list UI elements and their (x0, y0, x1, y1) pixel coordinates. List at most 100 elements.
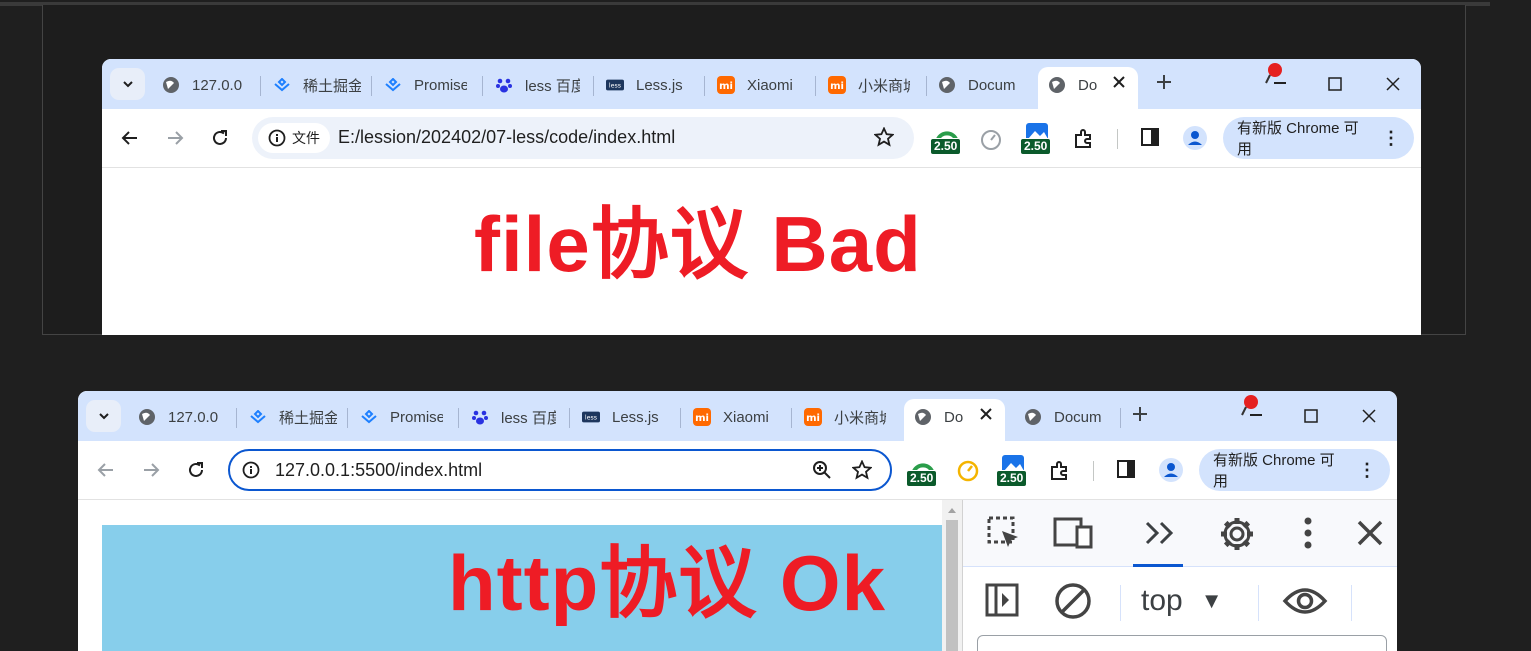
tab-127[interactable]: 127.0.0 (162, 71, 247, 99)
maximize-button[interactable] (1296, 403, 1326, 429)
more-tabs-button[interactable] (1141, 514, 1179, 552)
address-bar[interactable]: 127.0.0.1:5500/index.html (228, 449, 892, 491)
tab-127[interactable]: 127.0.0 (138, 403, 223, 431)
site-info-chip[interactable]: 文件 (258, 123, 330, 153)
extension-image-button[interactable]: 2.50 (1020, 121, 1054, 155)
page-scrollbar[interactable] (942, 500, 962, 651)
sidebar-toggle-icon (985, 583, 1019, 617)
tab-lessjs[interactable]: less Less.js (606, 71, 691, 99)
profile-button[interactable] (1182, 125, 1208, 151)
tab-document[interactable]: Docum (938, 71, 1023, 99)
devtools-panel: top ▼ (962, 500, 1397, 651)
star-icon (873, 126, 895, 147)
extension-speed-button[interactable]: 2.50 (930, 121, 964, 155)
arrow-right-icon (144, 463, 160, 477)
chrome-update-button[interactable]: 有新版 Chrome 可用 ⋮ (1223, 117, 1414, 159)
clear-console-button[interactable] (1053, 581, 1093, 621)
more-vertical-icon (1304, 517, 1312, 549)
tab-xiaomi[interactable]: mi Xiaomi (693, 403, 778, 431)
side-panel-button[interactable] (1140, 127, 1162, 149)
close-tab-button[interactable] (979, 405, 993, 426)
arrow-left-icon (121, 131, 137, 145)
tab-title: less 百度 (501, 409, 556, 427)
more-vertical-icon: ⋮ (1358, 459, 1376, 480)
tab-mi-store[interactable]: mi 小米商城 (804, 403, 889, 431)
bookmark-star-button[interactable] (873, 126, 895, 152)
close-window-button[interactable] (1378, 71, 1408, 97)
star-icon (851, 459, 873, 480)
extension-speed-button[interactable]: 2.50 (906, 453, 940, 487)
inspect-cursor-icon (987, 516, 1018, 547)
page-content: http协议 Ok top ▼ (78, 500, 1397, 651)
puzzle-icon (1075, 129, 1091, 148)
reload-icon (189, 462, 203, 477)
maximize-icon (1328, 77, 1342, 91)
browser-window-file: 127.0.0 稀土掘金 Promise less 百度 less Less.j… (102, 59, 1421, 335)
globe-icon (938, 76, 956, 94)
tab-lessjs[interactable]: less Less.js (582, 403, 667, 431)
close-tab-button[interactable] (1112, 73, 1126, 94)
reload-icon (213, 130, 227, 145)
double-chevron-icon (1145, 521, 1174, 545)
forward-button[interactable] (163, 126, 187, 150)
address-bar[interactable]: 文件 E:/lession/202402/07-less/code/index.… (252, 117, 914, 159)
svg-text:mi: mi (806, 413, 820, 424)
chrome-update-button[interactable]: 有新版 Chrome 可用 ⋮ (1199, 449, 1390, 491)
gauge-icon (957, 460, 979, 482)
maximize-button[interactable] (1320, 71, 1350, 97)
tab-title: 稀土掘金 (303, 77, 361, 95)
back-button[interactable] (118, 126, 142, 150)
tab-document[interactable]: Docum (1024, 403, 1109, 431)
tab-search-button[interactable] (86, 400, 121, 432)
reload-button[interactable] (208, 126, 232, 150)
puzzle-icon (1051, 461, 1067, 480)
inspect-element-button[interactable] (985, 514, 1023, 552)
sidebar-toggle-button[interactable] (983, 581, 1021, 619)
bookmark-star-button[interactable] (851, 459, 873, 485)
extensions-button[interactable] (1048, 459, 1072, 483)
new-tab-button[interactable] (1156, 69, 1172, 97)
device-toolbar-button[interactable] (1053, 514, 1095, 552)
profile-button[interactable] (1158, 457, 1184, 483)
context-selector[interactable]: top ▼ (1141, 581, 1223, 621)
tab-less-baidu[interactable]: less 百度 (471, 403, 556, 431)
tab-search-button[interactable] (110, 68, 145, 100)
close-window-button[interactable] (1354, 403, 1384, 429)
tab-mi-store[interactable]: mi 小米商城 (828, 71, 913, 99)
new-tab-button[interactable] (1132, 401, 1148, 429)
tab-juejin[interactable]: 稀土掘金 (249, 403, 339, 431)
globe-icon (1048, 76, 1066, 94)
extension-gauge-button[interactable] (980, 129, 1002, 151)
extension-badge: 2.50 (906, 470, 938, 487)
console-filter-input[interactable] (977, 635, 1387, 651)
forward-button[interactable] (139, 458, 163, 482)
tab-title: 稀土掘金 (279, 409, 337, 427)
live-expression-button[interactable] (1281, 581, 1329, 621)
tab-less-baidu[interactable]: less 百度 (495, 71, 580, 99)
settings-button[interactable] (1217, 514, 1257, 554)
plus-icon (1157, 75, 1171, 89)
more-options-button[interactable] (1293, 514, 1323, 552)
tab-promise[interactable]: Promise (360, 403, 445, 431)
device-icon (1053, 517, 1093, 549)
mi-logo-icon: mi (693, 408, 711, 426)
tab-promise[interactable]: Promise (384, 71, 469, 99)
extension-image-button[interactable]: 2.50 (996, 453, 1030, 487)
reload-button[interactable] (184, 458, 208, 482)
info-icon (268, 129, 286, 147)
extensions-button[interactable] (1072, 127, 1096, 151)
close-icon (1113, 76, 1125, 88)
tab-title: Docum (968, 76, 1016, 94)
site-info-button[interactable] (242, 461, 260, 484)
tab-xiaomi[interactable]: mi Xiaomi (717, 71, 802, 99)
extension-gauge-button[interactable] (956, 459, 980, 483)
close-devtools-button[interactable] (1355, 516, 1385, 550)
scrollbar-thumb[interactable] (946, 520, 958, 651)
side-panel-button[interactable] (1116, 459, 1138, 481)
tab-juejin[interactable]: 稀土掘金 (273, 71, 363, 99)
back-button[interactable] (94, 458, 118, 482)
close-icon (1357, 520, 1383, 546)
tab-active-label: Do (1048, 71, 1103, 99)
tab-title: 127.0.0 (192, 76, 243, 94)
zoom-button[interactable] (812, 460, 832, 485)
